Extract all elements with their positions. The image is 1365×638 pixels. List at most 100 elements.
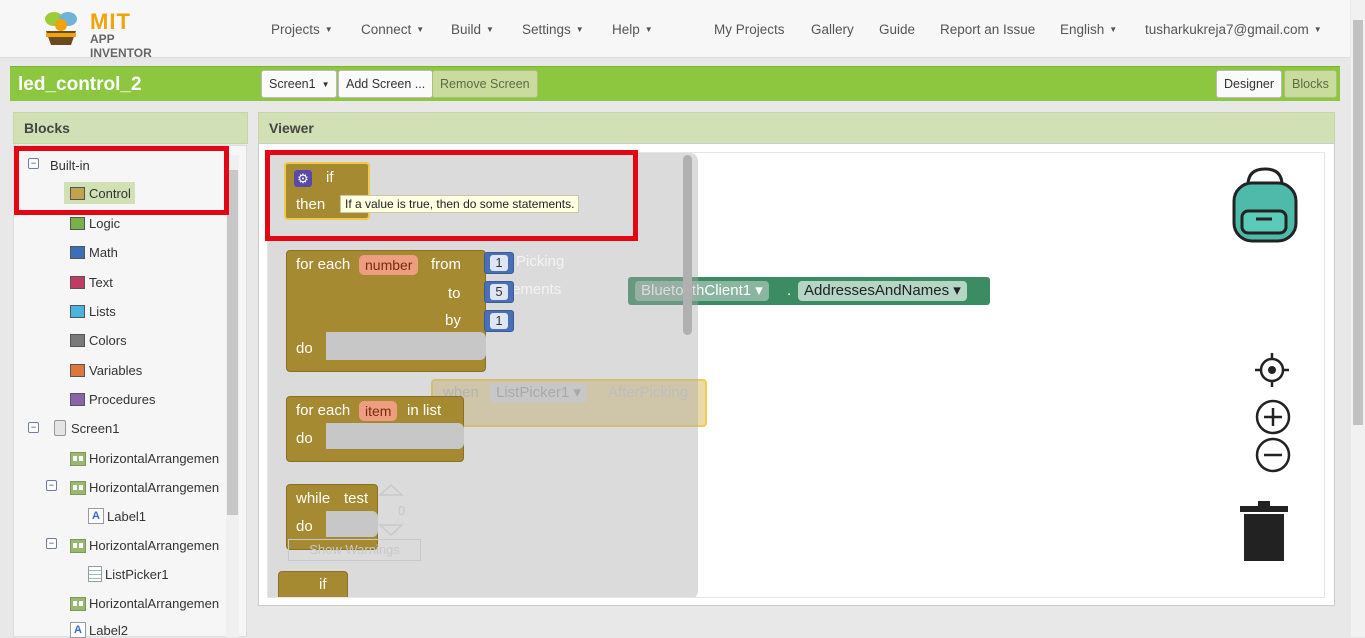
show-warnings-button[interactable]: Show Warnings [288, 539, 421, 561]
label-icon: A [88, 508, 104, 524]
highlight-box-if-block [265, 150, 638, 241]
tree-listpicker1[interactable]: ListPicker1 [88, 566, 169, 582]
tree-screen1[interactable]: Screen1 [54, 420, 119, 436]
caret-down-icon: ▼ [324, 25, 333, 34]
logic-color-swatch [70, 217, 85, 230]
top-navbar: MIT APP INVENTOR Projects ▼ Connect ▼ Buil… [0, 0, 1350, 60]
viewer-panel-header: Viewer [258, 112, 1335, 144]
highlight-box-builtin [14, 146, 229, 215]
category-colors[interactable]: Colors [70, 333, 127, 348]
logo-app-inventor-text: APP INVENTOR [90, 32, 152, 60]
dot-separator: . [787, 282, 792, 299]
link-guide[interactable]: Guide [879, 22, 915, 37]
math-color-swatch [70, 246, 85, 259]
do-statement-slot[interactable] [326, 423, 464, 449]
do-label: do [296, 518, 313, 535]
do-statement-slot[interactable] [326, 511, 378, 537]
menu-settings[interactable]: Settings ▼ [522, 22, 584, 37]
trash-icon[interactable] [1238, 499, 1290, 565]
zoom-in-icon[interactable] [1255, 399, 1291, 435]
remove-screen-button[interactable]: Remove Screen [432, 70, 538, 98]
ghost-elements-text: ements [512, 281, 562, 298]
blocks-tree-scrollbar[interactable] [226, 155, 239, 637]
target-center-icon[interactable] [1255, 353, 1289, 387]
menu-help[interactable]: Help ▼ [612, 22, 653, 37]
project-name: led_control_2 [18, 74, 142, 95]
screen-icon [54, 420, 66, 436]
procedures-color-swatch [70, 393, 85, 406]
blocks-panel-header: Blocks [13, 112, 248, 144]
listpicker-icon [88, 566, 102, 582]
if-block-2[interactable]: if [278, 571, 348, 597]
in-list-label: in list [407, 402, 442, 419]
link-gallery[interactable]: Gallery [811, 22, 854, 37]
label-icon: A [70, 622, 86, 638]
caret-down-icon: ▼ [321, 80, 330, 89]
blocks-button[interactable]: Blocks [1284, 70, 1337, 98]
loop-variable-number[interactable]: number [359, 255, 419, 275]
menu-connect[interactable]: Connect ▼ [361, 22, 424, 37]
text-color-swatch [70, 276, 85, 289]
user-account-menu[interactable]: tusharkukreja7@gmail.com ▼ [1145, 22, 1322, 37]
from-label: from [431, 256, 461, 273]
collapse-screen1-icon[interactable]: − [28, 422, 39, 433]
zoom-out-icon[interactable] [1255, 437, 1291, 473]
tree-horizontal-arrangement-2[interactable]: HorizontalArrangemen [70, 480, 219, 495]
category-lists[interactable]: Lists [70, 304, 116, 319]
flyout-scrollbar[interactable] [683, 155, 692, 335]
blocks-tree-panel [13, 145, 247, 637]
screen-select[interactable]: Screen1 ▼ [261, 70, 338, 98]
caret-down-icon: ▼ [575, 25, 584, 34]
caret-down-icon: ▼ [1109, 25, 1118, 34]
tree-label1[interactable]: A Label1 [88, 508, 146, 524]
arrangement-icon [70, 451, 86, 466]
while-label: while [296, 490, 331, 507]
project-toolbar: led_control_2 Screen1 ▼ Add Screen ... Re… [10, 66, 1340, 101]
collapse-arrangement-3-icon[interactable]: − [46, 538, 57, 549]
logo-bee-icon [45, 12, 77, 45]
category-text[interactable]: Text [70, 275, 113, 290]
do-label: do [296, 430, 313, 447]
tree-label2[interactable]: A Label2 [70, 622, 128, 638]
caret-down-icon: ▼ [416, 25, 425, 34]
language-menu[interactable]: English ▼ [1060, 22, 1117, 37]
tree-horizontal-arrangement-4[interactable]: HorizontalArrangemen [70, 596, 219, 611]
menu-build[interactable]: Build ▼ [451, 22, 494, 37]
loop-variable-item[interactable]: item [359, 401, 398, 421]
by-number-block[interactable]: 1 [484, 310, 514, 332]
from-number-block[interactable]: 1 [484, 252, 514, 274]
link-my-projects[interactable]: My Projects [714, 22, 785, 37]
category-math[interactable]: Math [70, 245, 118, 260]
tree-horizontal-arrangement-1[interactable]: HorizontalArrangemen [70, 451, 219, 466]
to-label: to [448, 285, 461, 302]
if-label: if [319, 576, 327, 593]
to-number-block[interactable]: 5 [484, 281, 514, 303]
category-logic[interactable]: Logic [70, 216, 120, 231]
arrangement-icon [70, 538, 86, 553]
for-each-label: for each [296, 256, 351, 273]
designer-button[interactable]: Designer [1216, 70, 1283, 98]
test-label: test [344, 490, 369, 507]
property-dropdown[interactable]: AddressesAndNames ▾ [798, 281, 967, 301]
arrangement-icon [70, 480, 86, 495]
tree-horizontal-arrangement-3[interactable]: HorizontalArrangemen [70, 538, 219, 553]
caret-down-icon: ▼ [486, 25, 494, 34]
caret-down-icon: ▼ [644, 25, 653, 34]
app-inventor-logo[interactable]: MIT APP INVENTOR [38, 7, 178, 60]
category-procedures[interactable]: Procedures [70, 392, 155, 407]
do-statement-slot[interactable] [326, 332, 486, 360]
page-scrollbar[interactable] [1351, 0, 1365, 637]
variables-color-swatch [70, 364, 85, 377]
link-report-issue[interactable]: Report an Issue [940, 22, 1035, 37]
for-each-label: for each [296, 402, 351, 419]
backpack-icon[interactable] [1228, 165, 1304, 245]
category-variables[interactable]: Variables [70, 363, 142, 378]
add-screen-button[interactable]: Add Screen ... [338, 70, 434, 98]
lists-color-swatch [70, 305, 85, 318]
colors-color-swatch [70, 334, 85, 347]
menu-projects[interactable]: Projects ▼ [271, 22, 333, 37]
caret-down-icon: ▼ [1313, 25, 1322, 34]
ghost-picking-text: Picking [516, 253, 565, 270]
warning-count: 0 [398, 503, 406, 518]
collapse-arrangement-2-icon[interactable]: − [46, 480, 57, 491]
